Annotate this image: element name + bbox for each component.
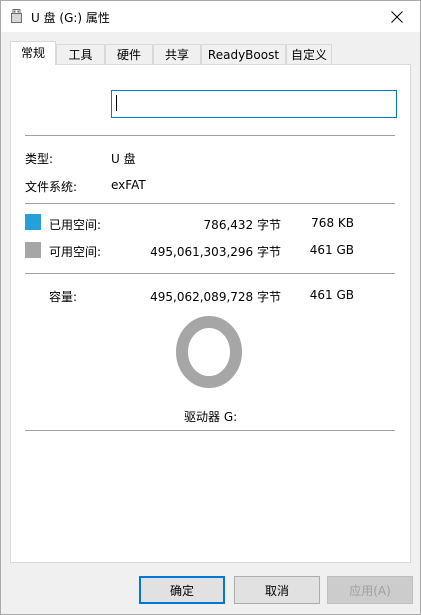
tab-readyboost[interactable]: ReadyBoost [201,44,286,64]
tab-hardware[interactable]: 硬件 [105,44,153,64]
drive-label: 驱动器 G: [184,410,238,424]
cancel-button[interactable]: 取消 [234,576,320,604]
text-caret [116,95,117,111]
capacity-label: 容量: [49,290,78,304]
free-space-label: 可用空间: [49,245,102,259]
tab-strip: 常规 工具 硬件 共享 ReadyBoost 自定义 [10,41,412,65]
separator [25,273,395,274]
separator [25,203,395,204]
window-title: U 盘 (G:) 属性 [31,11,110,25]
disk-usage-donut-chart [176,315,242,388]
tab-sharing[interactable]: 共享 [153,44,201,64]
volume-name-input[interactable] [111,90,397,118]
tab-tools[interactable]: 工具 [56,44,105,64]
separator [25,430,395,431]
capacity-bytes: 495,062,089,728 字节 [150,290,281,304]
general-tab-panel [10,64,411,563]
used-space-swatch [25,214,41,230]
separator [25,135,395,136]
free-space-bytes: 495,061,303,296 字节 [150,245,281,259]
tab-customize[interactable]: 自定义 [286,44,332,64]
free-space-swatch [25,242,41,258]
ok-button[interactable]: 确定 [139,576,225,604]
file-system-value: exFAT [111,178,146,192]
type-value: U 盘 [111,152,136,166]
apply-button: 应用(A) [327,576,413,604]
used-space-size: 768 KB [311,216,354,230]
capacity-size: 461 GB [309,288,354,302]
file-system-label: 文件系统: [25,180,78,194]
properties-dialog: U 盘 (G:) 属性 常规 工具 硬件 共享 ReadyBoost 自定义 类… [0,0,421,615]
close-icon [391,10,403,23]
usb-drive-icon [11,9,22,23]
type-label: 类型: [25,152,54,166]
used-space-bytes: 786,432 字节 [203,218,281,232]
free-space-ring [176,316,242,388]
tab-general[interactable]: 常规 [10,41,56,65]
free-space-size: 461 GB [309,243,354,257]
used-space-label: 已用空间: [49,218,102,232]
close-button[interactable] [374,1,420,32]
title-bar: U 盘 (G:) 属性 [1,1,420,32]
